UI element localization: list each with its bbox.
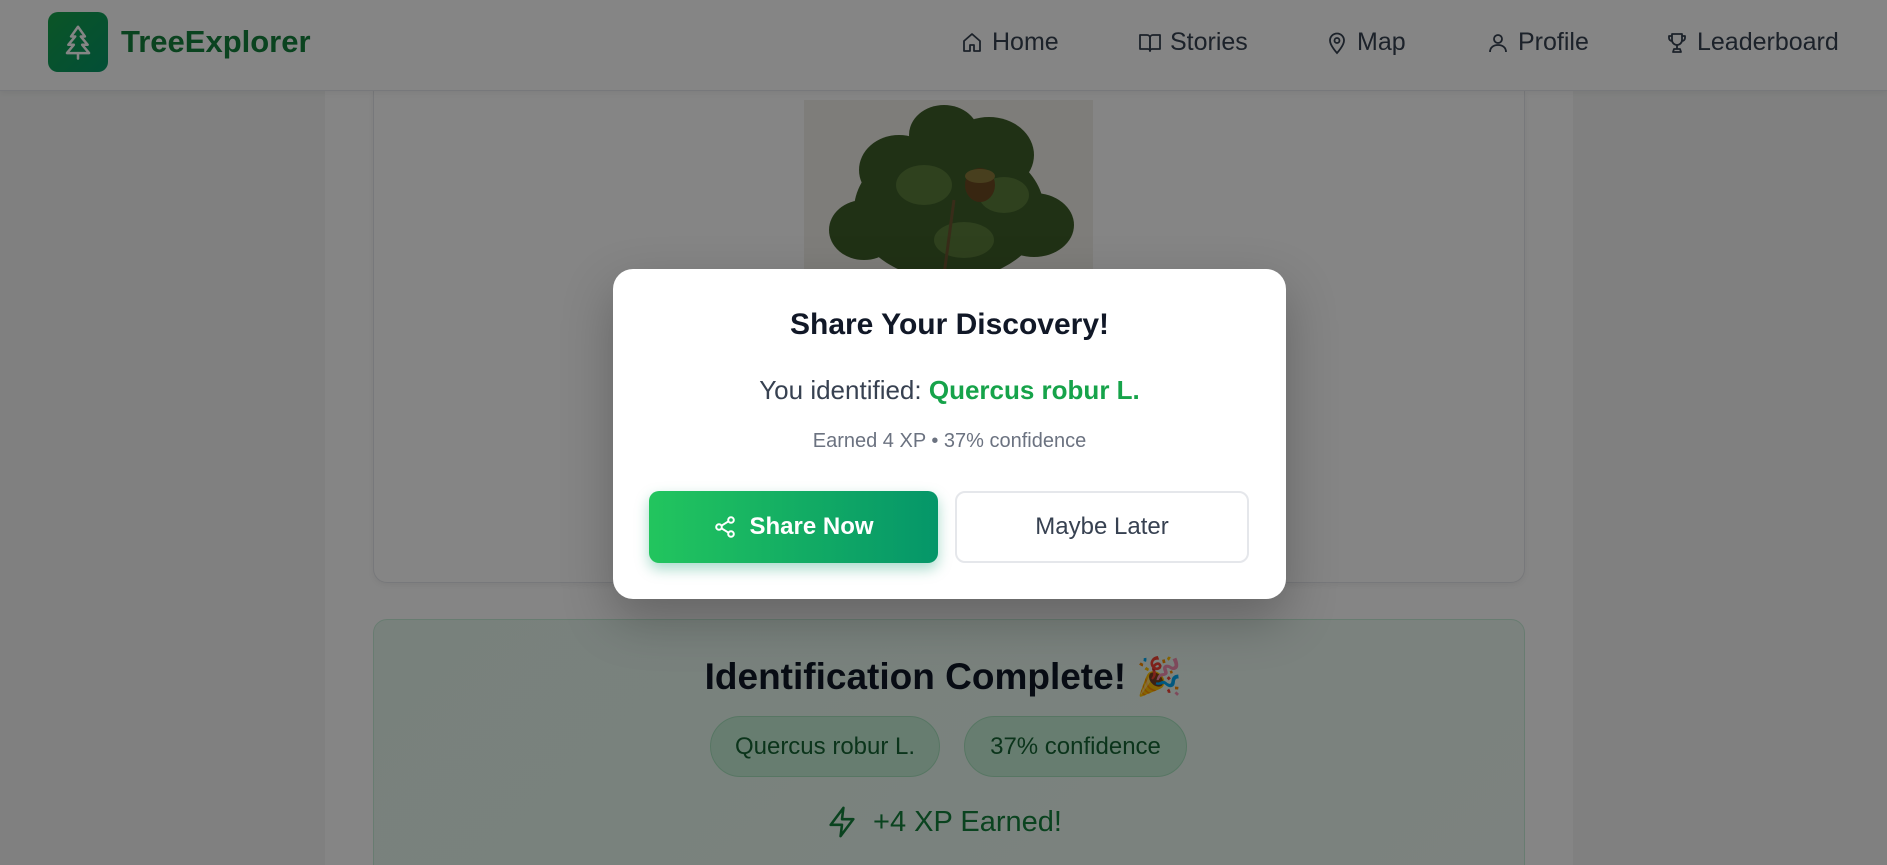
modal-title: Share Your Discovery!	[789, 308, 1110, 341]
share-discovery-modal: Share Your Discovery! You identified: Qu…	[613, 269, 1286, 599]
share-now-button[interactable]: Share Now	[649, 491, 938, 563]
identified-prefix: You identified:	[759, 375, 929, 405]
maybe-later-label: Maybe Later	[1035, 513, 1169, 540]
share-now-label: Share Now	[749, 513, 874, 540]
xp-confidence-meta: Earned 4 XP • 37% confidence	[812, 430, 1087, 452]
identified-line: You identified: Quercus robur L.	[613, 375, 1286, 406]
maybe-later-button[interactable]: Maybe Later	[955, 491, 1249, 563]
page: TreeExplorer Home Stories Map Profile Le…	[0, 0, 1887, 865]
share-icon	[715, 516, 736, 538]
identified-species: Quercus robur L.	[928, 375, 1140, 405]
